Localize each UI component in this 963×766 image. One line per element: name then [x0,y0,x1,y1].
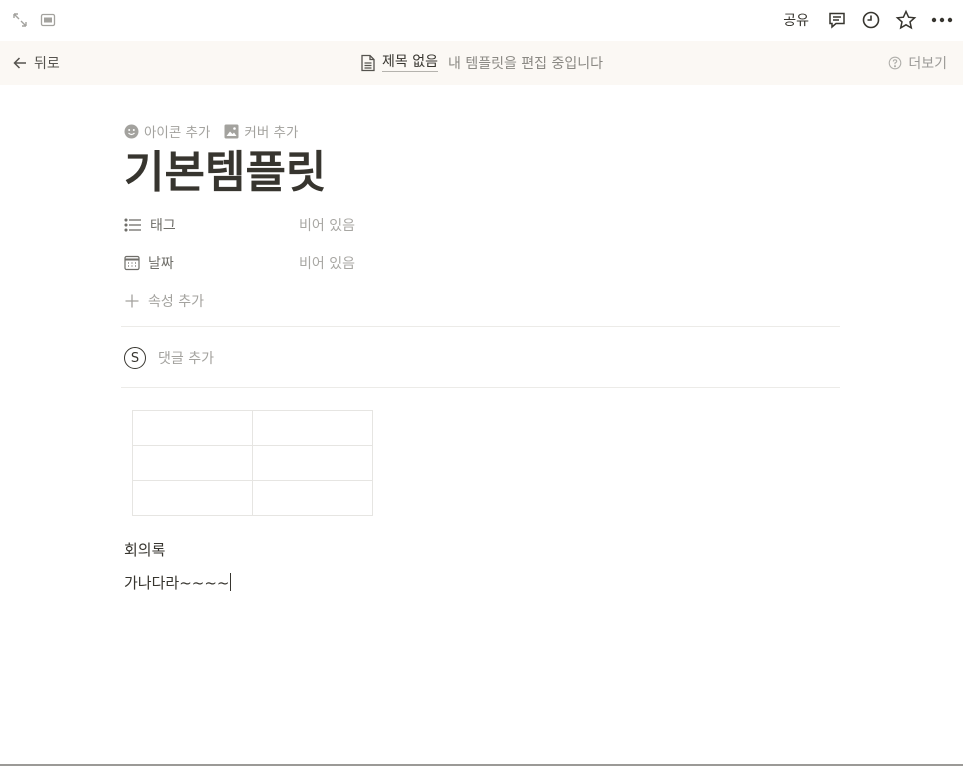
table-cell[interactable] [132,480,253,516]
history-icon[interactable] [861,10,881,30]
table-row [132,480,373,516]
expand-icon[interactable] [12,12,28,28]
editing-template-text: 내 템플릿을 편집 중입니다 [447,56,604,72]
top-bar-left [12,12,56,28]
page-title[interactable]: 기본템플릿 [124,145,326,201]
peek-mode-icon[interactable] [40,13,56,27]
comment-placeholder: 댓글 추가 [158,351,214,367]
text-block-meeting-notes[interactable]: 회의록 [124,539,165,561]
add-icon-button[interactable]: 아이콘 추가 [124,121,210,141]
learn-more-label: 더보기 [908,56,947,72]
page-header-controls: 아이콘 추가 커버 추가 [124,120,840,142]
avatar: S [124,347,146,369]
add-cover-label: 커버 추가 [244,125,299,141]
property-row-date: 날짜 비어 있음 [124,248,724,278]
share-button[interactable]: 공유 [779,10,813,30]
back-label: 뒤로 [34,56,60,72]
property-value-empty[interactable]: 비어 있음 [299,215,355,235]
property-label: 날짜 [148,256,174,272]
table-cell[interactable] [132,410,253,446]
table-cell[interactable] [132,445,253,481]
text-block-content: 가나다라~~~~ [124,574,230,592]
help-circle-icon [888,56,902,70]
add-comment-row[interactable]: S 댓글 추가 [124,345,214,371]
property-row-tags: 태그 비어 있음 [124,210,724,240]
add-icon-label: 아이콘 추가 [144,125,211,141]
calendar-icon [124,255,140,271]
divider [121,326,840,327]
plus-icon [124,293,140,309]
template-doc-title[interactable]: 제목 없음 [382,54,438,72]
image-icon [224,124,239,139]
divider [121,387,840,388]
add-property-label: 속성 추가 [148,294,204,310]
property-name-date[interactable]: 날짜 [124,253,299,273]
table-cell[interactable] [252,410,373,446]
arrow-left-icon [12,55,28,71]
add-property-button[interactable]: 속성 추가 [124,286,724,316]
template-edit-bar: 뒤로 제목 없음 내 템플릿을 편집 중입니다 더보기 [0,41,963,85]
favorite-star-icon[interactable] [895,9,917,31]
add-property-group: 속성 추가 [124,291,299,311]
multi-select-icon [124,218,142,232]
text-caret [230,573,232,591]
simple-table [132,410,373,516]
table-cell[interactable] [252,445,373,481]
property-value-empty[interactable]: 비어 있음 [299,253,355,273]
table-row [132,410,373,446]
top-bar-right: 공유 [779,9,953,31]
template-title-group: 제목 없음 내 템플릿을 편집 중입니다 [360,41,603,85]
more-options-icon[interactable] [931,15,953,25]
property-label: 태그 [150,218,176,234]
property-name-tags[interactable]: 태그 [124,215,299,235]
comments-icon[interactable] [827,10,847,30]
learn-more-button[interactable]: 더보기 [888,53,947,73]
table-cell[interactable] [252,480,373,516]
text-block-editing[interactable]: 가나다라~~~~ [124,572,232,594]
smiley-icon [124,124,139,139]
add-cover-button[interactable]: 커버 추가 [224,121,298,141]
top-bar: 공유 [0,0,963,40]
page-document-icon [360,54,376,72]
table-row [132,445,373,481]
back-button[interactable]: 뒤로 [12,53,60,73]
